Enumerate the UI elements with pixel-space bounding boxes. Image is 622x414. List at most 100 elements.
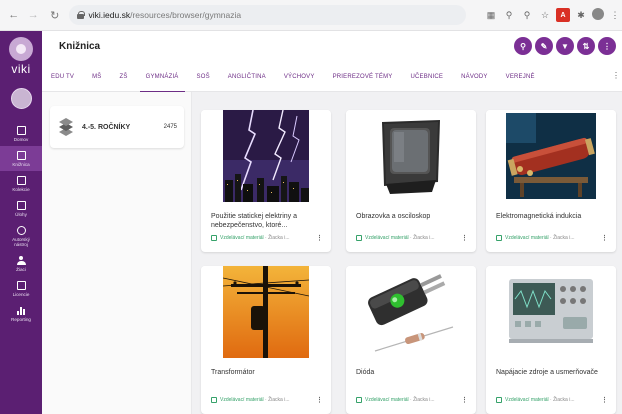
sidebar-item-label: Žiaci [16,267,26,272]
more-options-button[interactable]: ⋮ [598,37,616,55]
tab-vychovy[interactable]: VÝCHOVY [275,62,324,92]
zoom-icon[interactable]: ⚲ [520,8,534,22]
lightning-image [201,110,331,202]
browser-toolbar: ← → ↻ viki.iedu.sk/resources/browser/gym… [0,0,622,31]
card-menu-icon[interactable]: ⋮ [316,234,323,242]
profile-avatar-icon[interactable] [592,8,605,20]
sidebar-item-label: Knižnica [12,162,30,167]
collection-icon [16,176,26,185]
card-menu-icon[interactable]: ⋮ [316,396,323,404]
sidebar-item-autorsky-nastroj[interactable]: Autorský nástroj [0,221,42,251]
search-button[interactable]: ⚲ [514,37,532,55]
tab-sos[interactable]: SOŠ [188,62,219,92]
star-icon[interactable]: ☆ [538,8,552,22]
resource-grid: Použitie statickej elektriny a nebezpeče… [193,92,622,414]
tab-verejne[interactable]: VEREJNÉ [497,62,544,92]
resource-card[interactable]: Dióda Vzdelávací materiál · Žiacka i... … [346,266,476,414]
power-supply-image [486,266,616,358]
material-author: Žiacka i... [413,235,435,241]
material-icon [211,235,217,241]
tab-edu-tv[interactable]: EDU TV [42,62,83,92]
sidebar-item-kniznica[interactable]: Knižnica [0,146,42,171]
material-type: Vzdelávací materiál [505,397,549,403]
sidebar-item-ziaci[interactable]: Žiaci [0,251,42,276]
tv-image [346,110,476,202]
category-count: 2475 [163,124,177,130]
viki-logo-icon[interactable] [9,37,33,61]
resource-card[interactable]: Obrazovka a osciloskop Vzdelávací materi… [346,110,476,252]
category-panel: 4.-5. ROČNÍKY 2475 [42,92,192,414]
card-menu-icon[interactable]: ⋮ [601,234,608,242]
tabs-scroll-icon[interactable]: ⋮ [612,71,620,80]
students-icon [16,256,26,265]
material-icon [356,235,362,241]
tab-anglictina[interactable]: ANGLIČTINA [219,62,275,92]
card-title: Transformátor [211,369,255,376]
key-icon[interactable]: ⚲ [502,8,516,22]
category-label: 4.-5. ROČNÍKY [82,123,131,131]
forward-arrow-icon[interactable]: → [26,7,42,23]
card-menu-icon[interactable]: ⋮ [461,234,468,242]
sidebar-item-label: Úlohy [15,212,27,217]
user-avatar[interactable] [10,88,32,109]
category-card[interactable]: 4.-5. ROČNÍKY 2475 [50,106,184,148]
tasks-icon [16,201,26,210]
sidebar-item-domov[interactable]: Domov [0,121,42,146]
material-icon [496,397,502,403]
card-title: Elektromagnetická indukcia [496,213,582,220]
sidebar-item-label: Domov [13,137,29,142]
tab-prierezove-temy[interactable]: PRIEREZOVÉ TÉMY [324,62,402,92]
tab-zs[interactable]: ZŠ [111,62,137,92]
card-meta: Vzdelávací materiál · Žiacka i... ⋮ [211,234,323,242]
material-author: Žiacka i... [413,397,435,403]
browser-menu-icon[interactable]: ⋮ [608,8,622,22]
extensions-icon[interactable]: ✱ [574,8,588,22]
tab-ms[interactable]: MŠ [83,62,110,92]
sidebar-item-ulohy[interactable]: Úlohy [0,196,42,221]
tab-ucebnice[interactable]: UČEBNICE [401,62,452,92]
lock-icon [76,11,85,19]
material-author: Žiacka i... [553,397,575,403]
reload-icon[interactable]: ↻ [47,7,63,23]
card-meta: Vzdelávací materiál · Žiacka i... ⋮ [356,396,468,404]
card-menu-icon[interactable]: ⋮ [601,396,608,404]
url-domain: viki.iedu.sk [88,10,131,20]
edit-button[interactable]: ✎ [535,37,553,55]
back-arrow-icon[interactable]: ← [6,7,22,23]
card-meta: Vzdelávací materiál · Žiacka i... ⋮ [356,234,468,242]
license-icon [16,281,26,290]
page-header: Knižnica ⚲ ✎ ▼ ⇅ ⋮ [42,31,622,62]
material-type: Vzdelávací materiál [220,397,264,403]
sidebar-item-reporting[interactable]: Reporting [0,301,42,326]
material-icon [496,235,502,241]
logo-text: viki [11,62,31,76]
address-bar[interactable]: viki.iedu.sk/resources/browser/gymnazia [68,5,467,25]
resource-card[interactable]: Napájacie zdroje a usmerňovače Vzdelávac… [486,266,616,414]
sidebar-item-kolekcie[interactable]: Kolekcie [0,171,42,196]
sidebar-item-label: Licencie [12,292,30,297]
material-author: Žiacka i... [553,235,575,241]
material-type: Vzdelávací materiál [365,235,409,241]
resource-card[interactable]: Transformátor Vzdelávací materiál · Žiac… [201,266,331,414]
tab-gymnazia[interactable]: GYMNÁZIÁ [137,62,188,93]
material-author: Žiacka i... [268,235,290,241]
author-tool-icon [16,226,26,235]
material-author: Žiacka i... [268,397,290,403]
filter-button[interactable]: ▼ [556,37,574,55]
card-menu-icon[interactable]: ⋮ [461,396,468,404]
card-title: Dióda [356,369,375,376]
header-actions: ⚲ ✎ ▼ ⇅ ⋮ [514,37,616,55]
cast-icon[interactable]: ▦ [484,8,498,22]
card-meta: Vzdelávací materiál · Žiacka i... ⋮ [496,234,608,242]
resource-card[interactable]: Použitie statickej elektriny a nebezpeče… [201,110,331,252]
tab-navody[interactable]: NÁVODY [452,62,497,92]
card-meta: Vzdelávací materiál · Žiacka i... ⋮ [496,396,608,404]
resource-card[interactable]: Elektromagnetická indukcia Vzdelávací ma… [486,110,616,252]
sort-button[interactable]: ⇅ [577,37,595,55]
sidebar-item-licencie[interactable]: Licencie [0,276,42,301]
sidebar-item-label: Autorský nástroj [12,237,30,247]
card-title: Použitie statickej elektriny a nebezpeče… [211,213,297,229]
pdf-extension-icon[interactable]: A [556,8,571,22]
diode-image [346,266,476,358]
card-title: Obrazovka a osciloskop [356,213,431,220]
